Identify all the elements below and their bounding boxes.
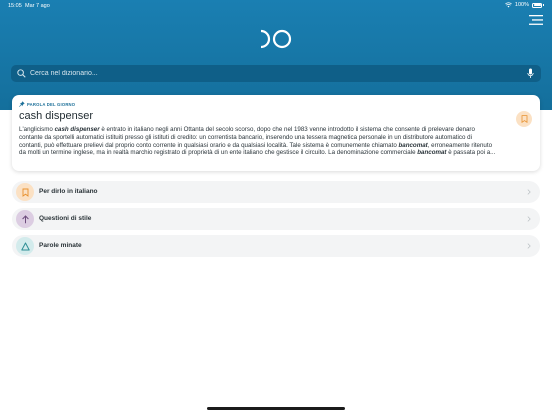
battery-percent: 100% — [514, 2, 529, 8]
bookmark-icon — [521, 115, 527, 123]
list-icon-circle — [16, 183, 34, 201]
description-line: contante da sportelli automatici istitui… — [19, 134, 503, 142]
text-run: contante da sportelli automatici istitui… — [19, 133, 472, 141]
text-run: L'anglicismo — [19, 126, 55, 133]
list-item-label: Parole minate — [39, 242, 82, 249]
chevron-right-icon — [527, 216, 531, 222]
list-icon-circle — [16, 210, 34, 228]
emphasis-term: cash dispenser — [54, 126, 100, 133]
text-run: contanti, può effettuare prelievi dal pr… — [19, 141, 399, 149]
search-input[interactable] — [30, 65, 510, 82]
emphasis-term: bancomat — [417, 149, 447, 157]
description-line: L'anglicismo cash dispenser è entrato in… — [19, 126, 503, 134]
word-of-the-day-card[interactable]: PAROLA DEL GIORNO cash dispenser L'angli… — [12, 95, 540, 171]
list-item-per-dirlo-in-italiano[interactable]: Per dirlo in italiano — [12, 181, 540, 203]
chevron-right-icon — [527, 243, 531, 249]
chevron-right-icon — [527, 189, 531, 195]
arrow-up-icon — [21, 214, 29, 223]
search-bar[interactable] — [11, 65, 541, 82]
pin-icon — [19, 101, 25, 107]
battery-icon — [532, 2, 542, 8]
description-line: contanti, può effettuare prelievi dal pr… — [19, 142, 503, 150]
home-indicator[interactable] — [207, 407, 345, 410]
description-line: da molti un termine inglese, ma in realt… — [19, 149, 503, 157]
word-description: L'anglicismo cash dispenser è entrato in… — [19, 126, 503, 157]
text-run: è passata poi a... — [446, 149, 496, 157]
list-item-parole-minate[interactable]: Parole minate — [12, 235, 540, 257]
search-icon — [17, 69, 26, 78]
list-icon-circle — [16, 237, 34, 255]
text-run: , erroneamente ritenuto — [427, 141, 493, 149]
list-item-label: Per dirlo in italiano — [39, 188, 98, 195]
microphone-icon[interactable] — [527, 68, 534, 79]
status-right: 100% — [505, 2, 544, 8]
status-date: Mar 7 ago — [25, 3, 50, 9]
warning-triangle-icon — [20, 242, 30, 250]
battery-tip — [543, 4, 544, 6]
status-bar: 15:05 Mar 7 ago 100% — [0, 0, 552, 12]
app-logo — [260, 29, 292, 49]
list-item-label: Questioni di stile — [39, 215, 92, 222]
bookmark-icon — [22, 188, 28, 197]
bookmark-button[interactable] — [516, 111, 532, 127]
emphasis-term: bancomat — [398, 141, 428, 149]
word-of-the-day-label: PAROLA DEL GIORNO — [19, 101, 75, 107]
text-run: da molti un termine inglese, ma in realt… — [19, 149, 418, 157]
word-title: cash dispenser — [19, 110, 93, 122]
status-time: 15:05 — [8, 3, 22, 9]
word-of-the-day-label-text: PAROLA DEL GIORNO — [27, 101, 76, 107]
text-run: è entrato in italiano negli anni Ottanta… — [99, 126, 475, 133]
header: 15:05 Mar 7 ago 100% — [0, 0, 552, 110]
list-item-questioni-di-stile[interactable]: Questioni di stile — [12, 208, 540, 230]
wifi-icon — [505, 2, 512, 8]
menu-button[interactable] — [529, 14, 543, 26]
